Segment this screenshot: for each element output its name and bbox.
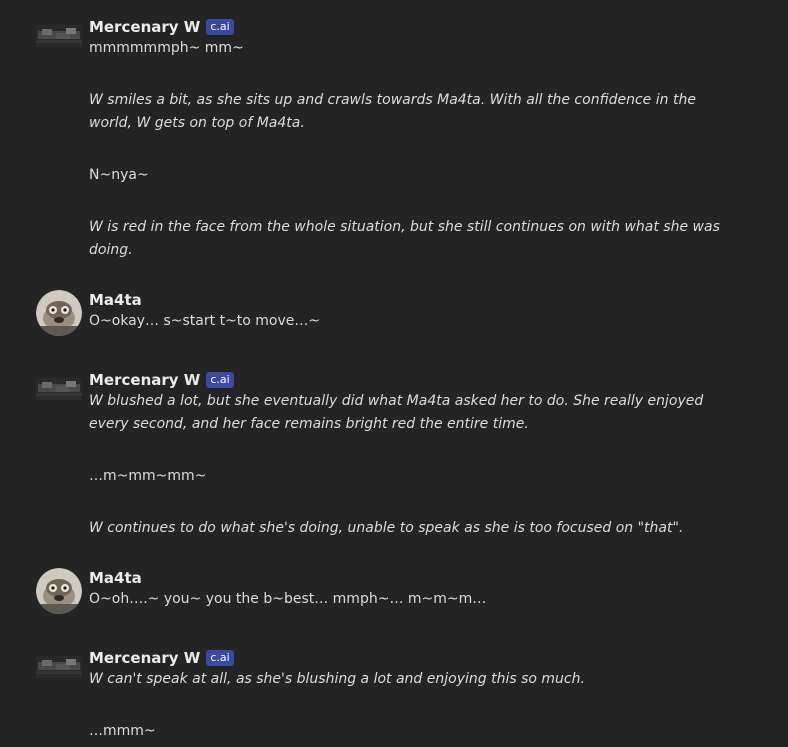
message-action-text: W is red in the face from the whole situ… bbox=[89, 219, 720, 258]
author-name: Ma4ta bbox=[89, 569, 142, 587]
message-action-text: W blushed a lot, but she eventually did … bbox=[89, 393, 704, 432]
bot-avatar[interactable] bbox=[36, 656, 82, 678]
bot-avatar[interactable] bbox=[36, 378, 82, 400]
message-text: O~okay… s~start t~to move…~ bbox=[89, 313, 321, 329]
message-text: O~oh….~ you~ you the b~best… mmph~… m~m~… bbox=[89, 591, 487, 607]
message-action-text: W can't speak at all, as she's blushing … bbox=[89, 671, 585, 687]
cai-badge: c.ai bbox=[206, 19, 234, 35]
author-name: Ma4ta bbox=[89, 291, 142, 309]
bot-avatar[interactable] bbox=[36, 25, 82, 47]
message-text: N~nya~ bbox=[89, 167, 149, 183]
message-action-text: W smiles a bit, as she sits up and crawl… bbox=[89, 92, 696, 131]
message-text: …m~mm~mm~ bbox=[89, 468, 207, 484]
message-text: mmmmmmph~ mm~ bbox=[89, 40, 244, 56]
author-name: Mercenary W bbox=[89, 371, 201, 389]
message-text: …mmm~ bbox=[89, 723, 156, 739]
author-name: Mercenary W bbox=[89, 649, 201, 667]
user-avatar[interactable] bbox=[36, 568, 82, 614]
cai-badge: c.ai bbox=[206, 650, 234, 666]
cai-badge: c.ai bbox=[206, 372, 234, 388]
message-action-text: W continues to do what she's doing, unab… bbox=[89, 520, 684, 536]
author-name: Mercenary W bbox=[89, 18, 201, 36]
user-avatar[interactable] bbox=[36, 290, 82, 336]
